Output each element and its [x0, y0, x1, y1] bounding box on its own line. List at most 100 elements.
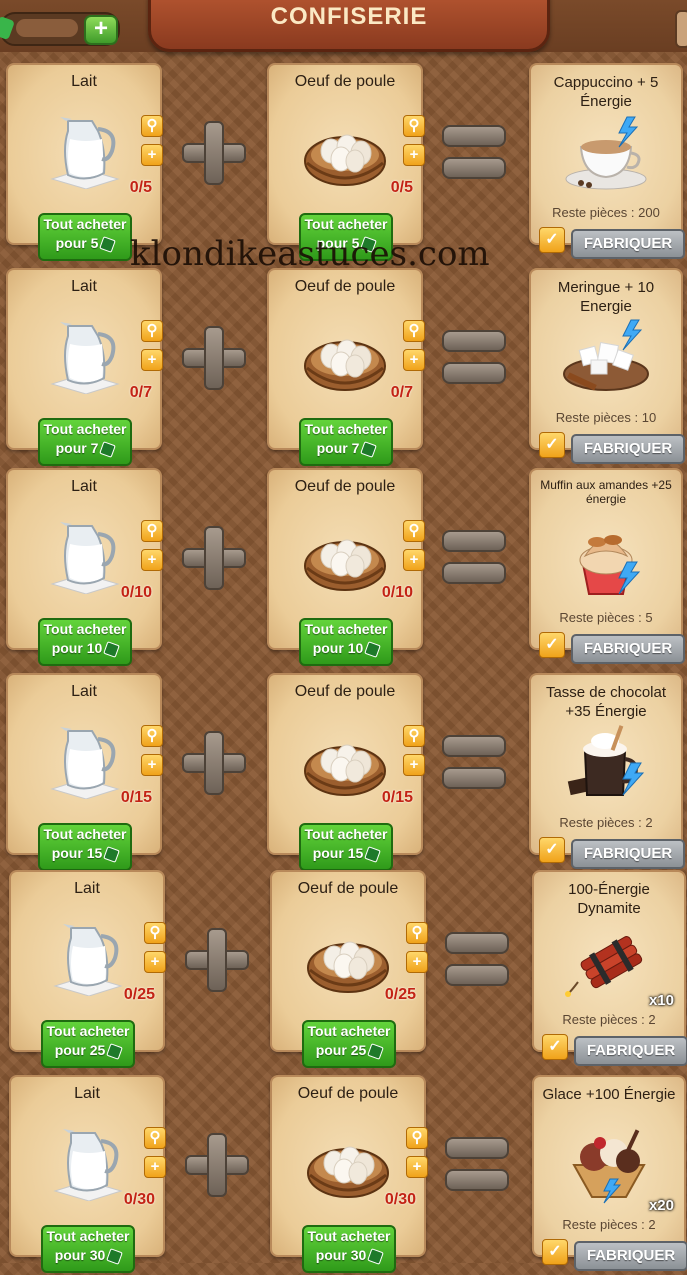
green-gem-icon [99, 235, 117, 253]
buy-all-button[interactable]: Tout acheter pour 15 [299, 823, 393, 871]
result-card[interactable]: 100-Énergie Dynamite x10 Reste pièces : … [532, 870, 687, 1066]
ingredient-count: 0/5 [129, 179, 152, 196]
plus-icon[interactable]: + [141, 349, 163, 371]
ingredient-name: Lait [74, 1085, 100, 1102]
ingredient-card-egg[interactable]: Oeuf de poule 0/7 Tout acheter pour 7 [267, 268, 423, 466]
buy-all-button[interactable]: Tout acheter pour 7 [38, 418, 132, 466]
page-title: CONFISERIE [270, 3, 428, 30]
make-button[interactable]: FABRIQUER [571, 434, 685, 464]
magnifier-icon[interactable]: ⚲ [141, 725, 163, 747]
milk-pitcher-icon [49, 1121, 125, 1202]
ingredient-count: 0/10 [120, 584, 152, 601]
buy-all-button[interactable]: Tout acheter pour 25 [302, 1020, 396, 1068]
magnifier-icon[interactable]: ⚲ [406, 922, 428, 944]
result-card[interactable]: Cappuccino + 5 Énergie Reste pièces : 20… [529, 63, 685, 259]
buy-all-amount: pour 7 [55, 440, 99, 456]
buy-all-button[interactable]: Tout acheter pour 10 [38, 618, 132, 666]
ingredient-card-milk[interactable]: Lait 0/10 Tout acheter pour 10 [6, 468, 162, 666]
plus-operator [185, 928, 249, 992]
close-tab[interactable] [675, 10, 687, 48]
plus-operator [185, 1133, 249, 1197]
magnifier-icon[interactable]: ⚲ [403, 320, 425, 342]
buy-all-label: Tout acheter [43, 421, 127, 437]
magnifier-icon[interactable]: ⚲ [403, 520, 425, 542]
watermark-text: klondikeastuces.com [130, 234, 490, 274]
ingredient-card-egg[interactable]: Oeuf de poule 0/10 Tout acheter pour 10 [267, 468, 423, 666]
ingredient-card-milk[interactable]: Lait 0/15 Tout acheter pour 15 [6, 673, 162, 871]
magnifier-icon[interactable]: ⚲ [141, 520, 163, 542]
ingredient-card-egg[interactable]: Oeuf de poule 0/30 Tout acheter pour 30 [270, 1075, 426, 1273]
ingredient-count: 0/7 [129, 384, 152, 401]
plus-icon[interactable]: + [406, 951, 428, 973]
ingredient-count: 0/30 [123, 1191, 155, 1208]
result-title: Muffin aux amandes +25 énergie [540, 478, 672, 506]
ingredient-card-milk[interactable]: Lait 0/25 Tout acheter pour 25 [9, 870, 165, 1068]
result-card[interactable]: Muffin aux amandes +25 énergie Reste piè… [529, 468, 685, 664]
quill-check-icon[interactable]: ✓ [542, 1034, 568, 1060]
magnifier-icon[interactable]: ⚲ [406, 1127, 428, 1149]
buy-all-button[interactable]: Tout acheter pour 10 [299, 618, 393, 666]
plus-icon[interactable]: + [403, 349, 425, 371]
magnifier-icon[interactable]: ⚲ [141, 115, 163, 137]
ingredient-card-egg[interactable]: Oeuf de poule 0/5 Tout acheter pour 5 [267, 63, 423, 261]
milk-pitcher-icon [46, 514, 122, 595]
milk-pitcher-icon [46, 109, 122, 190]
magnifier-icon[interactable]: ⚲ [403, 725, 425, 747]
egg-basket-icon [303, 526, 387, 596]
ingredient-name: Lait [71, 73, 97, 90]
plus-icon[interactable]: + [403, 549, 425, 571]
ingredient-card-egg[interactable]: Oeuf de poule 0/15 Tout acheter pour 15 [267, 673, 423, 871]
add-currency-button[interactable]: + [84, 15, 118, 45]
plus-icon[interactable]: + [144, 1156, 166, 1178]
magnifier-icon[interactable]: ⚲ [144, 1127, 166, 1149]
ingredient-name: Oeuf de poule [297, 880, 399, 897]
quill-check-icon[interactable]: ✓ [542, 1239, 568, 1265]
result-card[interactable]: Tasse de chocolat +35 Énergie Reste pièc… [529, 673, 685, 869]
plus-icon[interactable]: + [406, 1156, 428, 1178]
green-gem-icon [367, 1247, 385, 1265]
buy-all-label: Tout acheter [304, 826, 388, 842]
ingredient-card-milk[interactable]: Lait 0/30 Tout acheter pour 30 [9, 1075, 165, 1273]
ingredient-card-milk[interactable]: Lait 0/7 Tout acheter pour 7 [6, 268, 162, 466]
green-gem-icon [106, 1247, 124, 1265]
plus-operator [182, 121, 246, 185]
plus-icon[interactable]: + [141, 754, 163, 776]
plus-icon[interactable]: + [141, 144, 163, 166]
buy-all-button[interactable]: Tout acheter pour 30 [41, 1225, 135, 1273]
remaining-pieces: Reste pièces : 5 [559, 610, 653, 625]
plus-icon[interactable]: + [403, 144, 425, 166]
green-gem-icon [360, 440, 378, 458]
egg-basket-icon [303, 326, 387, 396]
quill-check-icon[interactable]: ✓ [539, 227, 565, 253]
quill-check-icon[interactable]: ✓ [539, 837, 565, 863]
remaining-pieces: Reste pièces : 2 [559, 815, 653, 830]
make-button[interactable]: FABRIQUER [574, 1241, 687, 1271]
buy-all-button[interactable]: Tout acheter pour 30 [302, 1225, 396, 1273]
ingredient-name: Lait [71, 278, 97, 295]
buy-all-button[interactable]: Tout acheter pour 5 [38, 213, 132, 261]
make-button[interactable]: FABRIQUER [574, 1036, 687, 1066]
quill-check-icon[interactable]: ✓ [539, 632, 565, 658]
magnifier-icon[interactable]: ⚲ [141, 320, 163, 342]
make-button[interactable]: FABRIQUER [571, 839, 685, 869]
remaining-pieces: Reste pièces : 2 [562, 1012, 656, 1027]
buy-all-button[interactable]: Tout acheter pour 25 [41, 1020, 135, 1068]
result-card[interactable]: Glace +100 Énergie x20 Reste pièces : 2 … [532, 1075, 687, 1271]
plus-icon[interactable]: + [141, 549, 163, 571]
ingredient-card-milk[interactable]: Lait 0/5 Tout acheter pour 5 [6, 63, 162, 261]
currency-value [16, 19, 78, 37]
result-card[interactable]: Meringue + 10 Energie Reste pièces : 10 … [529, 268, 685, 464]
buy-all-amount: pour 5 [55, 235, 99, 251]
ingredient-card-egg[interactable]: Oeuf de poule 0/25 Tout acheter pour 25 [270, 870, 426, 1068]
make-button[interactable]: FABRIQUER [571, 634, 685, 664]
magnifier-icon[interactable]: ⚲ [403, 115, 425, 137]
quill-check-icon[interactable]: ✓ [539, 432, 565, 458]
buy-all-button[interactable]: Tout acheter pour 7 [299, 418, 393, 466]
plus-icon[interactable]: + [403, 754, 425, 776]
plus-icon[interactable]: + [144, 951, 166, 973]
make-button[interactable]: FABRIQUER [571, 229, 685, 259]
buy-all-amount: pour 10 [312, 640, 364, 656]
magnifier-icon[interactable]: ⚲ [144, 922, 166, 944]
result-title: Tasse de chocolat +35 Énergie [545, 684, 667, 720]
buy-all-button[interactable]: Tout acheter pour 15 [38, 823, 132, 871]
